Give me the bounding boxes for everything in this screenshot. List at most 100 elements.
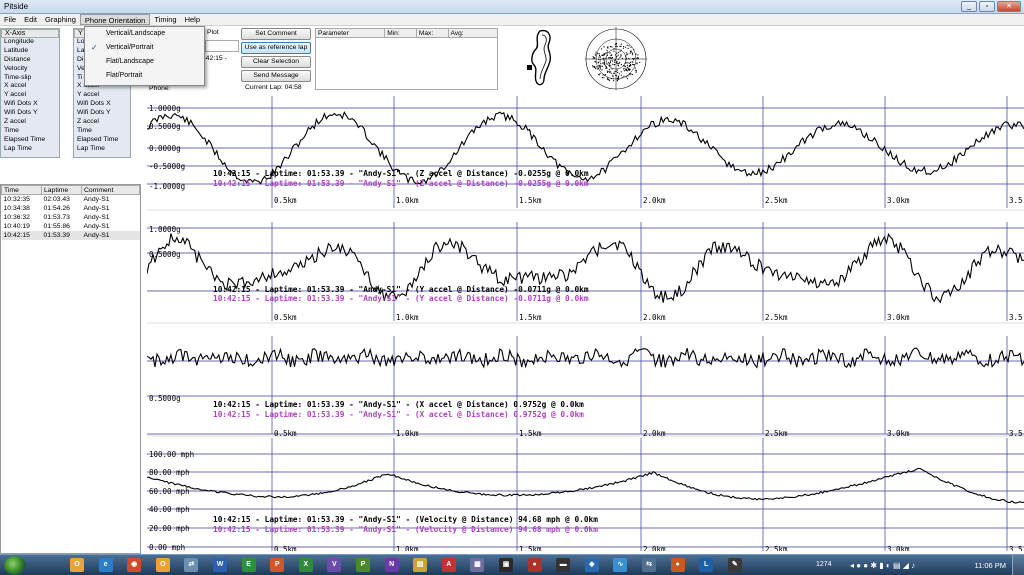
x-axis-item[interactable]: Wifi Dots X <box>1 100 59 110</box>
gg-point <box>610 65 612 67</box>
taskbar-app-icon[interactable]: ✎ <box>727 558 742 572</box>
table-row[interactable]: 10:32:35 02:03.43 Andy-S1 <box>2 195 140 204</box>
y-axis-item[interactable]: Z accel <box>74 118 130 127</box>
y-axis-item[interactable]: Wifi Dots X <box>74 100 130 109</box>
menu-help[interactable]: Help <box>181 14 204 25</box>
y-axis-label: 60.00 mph <box>149 487 190 496</box>
gg-point <box>635 69 637 71</box>
lap-col-laptime[interactable]: Laptime <box>41 185 82 195</box>
clear-selection-button[interactable]: Clear Selection <box>241 56 311 68</box>
taskbar-app-icon[interactable]: e <box>98 558 113 572</box>
taskbar-app-icon[interactable]: ▬ <box>556 558 571 572</box>
taskbar-app-icon[interactable]: V <box>327 558 342 572</box>
use-reference-lap-button[interactable]: Use as reference lap <box>241 42 311 54</box>
x-tick-label: 3.0km <box>887 429 910 438</box>
taskbar-app-icon[interactable]: A <box>441 558 456 572</box>
x-axis-item[interactable]: Elapsed Time <box>1 135 59 145</box>
taskbar-app-icon[interactable]: ⇆ <box>642 558 656 572</box>
table-row[interactable]: 10:42:15 01:53.39 Andy-S1 <box>1 230 140 240</box>
menu-item-flat-landscape[interactable]: Flat/Landscape <box>85 55 204 69</box>
taskbar-app-icon[interactable]: E <box>241 558 256 572</box>
taskbar-app-icon[interactable]: ▣ <box>499 558 513 572</box>
table-row[interactable]: 10:40:19 01:55.86 Andy-S1 <box>2 222 140 231</box>
taskbar-app-icon[interactable]: W <box>213 558 227 572</box>
y-axis-item[interactable]: Time <box>74 127 130 136</box>
taskbar-app-icon[interactable]: ⇄ <box>184 558 199 572</box>
x-axis-item[interactable]: Latitude <box>1 46 59 56</box>
close-button[interactable]: ✕ <box>997 1 1021 12</box>
menu-file[interactable]: File <box>0 14 20 25</box>
gg-point <box>619 50 621 52</box>
window-title: Pitside <box>4 2 29 11</box>
taskbar-app-icon[interactable]: X <box>298 558 313 572</box>
graphs-svg[interactable]: 1.0000g 0.5000g 0.0000g -0.5000g -1.0000g 0.5… <box>146 96 1024 554</box>
x-axis-item[interactable]: Velocity <box>1 64 59 74</box>
table-row[interactable]: 10:36:32 01:53.73 Andy-S1 <box>2 213 140 222</box>
param-col-parameter: Parameter <box>316 29 386 37</box>
gg-point <box>632 57 634 60</box>
tray-icons[interactable]: ◂ ● ● ✱ ▮ ◐ ▤ ◢ ♪ <box>850 561 915 570</box>
table-row[interactable]: 10:34:38 01:54.26 Andy-S1 <box>2 204 140 213</box>
taskbar-app-icon[interactable]: P <box>270 558 285 572</box>
gg-point <box>625 59 627 61</box>
menu-graphing[interactable]: Graphing <box>41 14 80 25</box>
x-axis-item[interactable]: Y accel <box>1 91 59 101</box>
taskbar-app-icon[interactable]: P <box>356 558 370 572</box>
gg-point <box>595 66 597 68</box>
plot-area[interactable]: 1.0000g 0.5000g 0.0000g -0.5000g -1.0000g 0.5… <box>146 96 1024 554</box>
x-axis-item[interactable]: Wifi Dots Y <box>1 109 59 119</box>
x-axis-item[interactable]: X accel <box>1 82 59 92</box>
x-axis-item[interactable]: Time-slip <box>1 73 59 83</box>
y-axis-item[interactable]: Y accel <box>74 91 130 100</box>
taskbar-app-icon[interactable]: O <box>70 558 84 572</box>
gg-point <box>608 65 611 67</box>
x-axis-item[interactable]: Time <box>1 126 59 136</box>
clock[interactable]: 11:06 PM <box>974 561 1006 570</box>
menu-phone-orientation[interactable]: Phone Orientation <box>79 14 151 25</box>
x-tick-label: 3.0km <box>887 313 910 322</box>
taskbar-app-icon[interactable]: O <box>155 558 170 572</box>
x-axis-item[interactable]: Z accel <box>1 118 59 127</box>
taskbar-app-icon[interactable]: N <box>384 558 399 572</box>
menu-item-flat-portrait[interactable]: Flat/Portrait <box>85 69 204 83</box>
y-axis-item[interactable]: Lap Time <box>74 145 130 154</box>
gg-point <box>610 72 612 74</box>
x-axis-header: X-Axis <box>1 29 59 38</box>
maximize-button[interactable]: ▫ <box>979 1 995 12</box>
x-axis-item[interactable]: Distance <box>1 55 59 65</box>
gg-point <box>629 50 632 53</box>
menu-edit[interactable]: Edit <box>20 14 41 25</box>
gg-point <box>628 62 630 64</box>
taskbar-app-icon[interactable]: ◆ <box>584 558 599 572</box>
x-axis-item[interactable]: Lap Time <box>1 144 59 154</box>
taskbar-app-icon[interactable]: ▤ <box>413 558 428 572</box>
taskbar-app-icon[interactable]: ● <box>670 558 685 572</box>
menu-item-vertical-landscape[interactable]: Vertical/Landscape <box>85 27 204 41</box>
taskbar: Oe ◉ O ⇄ W E P X V P N ▤ A ▦ ▣ ● ▬ ◆ ∿ ⇆ ● L ✎ 1274 ◂ ● ● ✱ ▮ … <box>0 554 1024 575</box>
menu-item-vertical-portrait[interactable]: ✓ Vertical/Portrait <box>85 41 204 55</box>
time-field[interactable] <box>205 40 239 52</box>
taskbar-app-icon[interactable]: L <box>699 558 714 572</box>
x-axis-item[interactable]: Longitude <box>1 38 59 47</box>
gg-point <box>599 66 601 68</box>
gg-point <box>624 46 627 48</box>
x-tick-label: 2.5km <box>765 196 788 205</box>
current-lap-label: Current Lap: 04:58 <box>245 84 302 91</box>
set-comment-button[interactable]: Set Comment <box>241 28 311 40</box>
send-message-button[interactable]: Send Message <box>241 70 311 82</box>
taskbar-app-icon[interactable]: ∿ <box>613 558 628 572</box>
lap-col-time[interactable]: Time <box>1 185 42 195</box>
taskbar-app-icon[interactable]: ◉ <box>127 558 142 572</box>
y-axis-item[interactable]: Elapsed Time <box>74 136 130 145</box>
y-axis-item[interactable]: Wifi Dots Y <box>74 109 130 118</box>
minimize-button[interactable]: _ <box>961 1 977 12</box>
lap-list[interactable]: Time Laptime Comment 10:32:35 02:03.43 And… <box>0 184 141 554</box>
show-desktop-button[interactable] <box>1012 555 1024 575</box>
x-axis-list[interactable]: X-Axis Longitude Latitude Distance Velocity… <box>0 28 60 158</box>
start-button[interactable] <box>4 556 26 575</box>
lap-cell: 10:34:38 <box>3 204 30 212</box>
menu-timing[interactable]: Timing <box>150 14 180 25</box>
taskbar-app-icon[interactable]: ● <box>527 558 542 572</box>
lap-col-comment[interactable]: Comment <box>81 185 140 195</box>
taskbar-app-icon[interactable]: ▦ <box>470 558 485 572</box>
